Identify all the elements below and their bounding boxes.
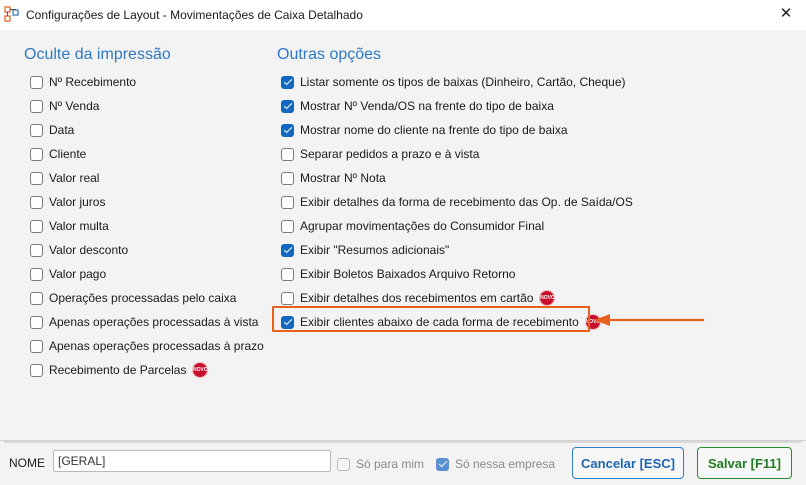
option-label: Operações processadas pelo caixa xyxy=(49,291,237,305)
option-label: Data xyxy=(49,123,75,137)
option-separar-pedidos-a-prazo-e-a-vista[interactable]: Separar pedidos a prazo e à vista xyxy=(281,145,479,163)
option-label: Valor pago xyxy=(49,267,107,281)
novo-badge-icon: NOVO xyxy=(539,290,556,306)
window-title: Configurações de Layout - Movimentações … xyxy=(26,8,363,22)
option-exibir-resumos-adicionais[interactable]: Exibir "Resumos adicionais" xyxy=(281,241,449,259)
checkbox-unchecked[interactable] xyxy=(30,363,43,377)
option-label: Separar pedidos a prazo e à vista xyxy=(300,147,480,161)
checkbox-unchecked[interactable] xyxy=(281,195,294,209)
option-n-recebimento[interactable]: Nº Recebimento xyxy=(30,73,136,91)
option-recebimento-de-parcelas[interactable]: Recebimento de Parcelas NOVO xyxy=(30,361,209,379)
option-valor-multa[interactable]: Valor multa xyxy=(30,217,109,235)
option-label: Nº Venda xyxy=(49,99,100,113)
option-valor-desconto[interactable]: Valor desconto xyxy=(30,241,128,259)
checkbox-checked[interactable] xyxy=(281,99,294,113)
checkbox-unchecked[interactable] xyxy=(30,243,43,257)
option-label: Apenas operações processadas à prazo xyxy=(49,339,264,353)
option-operacoes-processadas-pelo-caixa[interactable]: Operações processadas pelo caixa xyxy=(30,289,236,307)
option-label: Mostrar nome do cliente na frente do tip… xyxy=(300,123,568,137)
so-nessa-empresa-checkbox[interactable]: Só nessa empresa xyxy=(436,456,555,472)
option-label: Exibir "Resumos adicionais" xyxy=(300,243,450,257)
checkbox-checked[interactable] xyxy=(281,123,294,137)
checkbox-unchecked[interactable] xyxy=(281,171,294,185)
option-label: Valor multa xyxy=(49,219,109,233)
checkbox-unchecked[interactable] xyxy=(30,147,43,161)
checkbox-unchecked[interactable] xyxy=(281,147,294,161)
close-icon[interactable]: ✕ xyxy=(778,6,794,22)
hide-section-title: Oculte da impressão xyxy=(24,46,171,63)
option-label: Mostrar Nº Venda/OS na frente do tipo de… xyxy=(300,99,554,113)
checkbox-unchecked[interactable] xyxy=(30,171,43,185)
option-apenas-operacoes-processadas-a-prazo[interactable]: Apenas operações processadas à prazo xyxy=(30,337,264,355)
checkbox-checked[interactable] xyxy=(281,243,294,257)
option-exibir-boletos-baixados-arquivo-retorno[interactable]: Exibir Boletos Baixados Arquivo Retorno xyxy=(281,265,515,283)
option-valor-real[interactable]: Valor real xyxy=(30,169,99,187)
option-label: Nº Recebimento xyxy=(49,75,137,89)
option-label: Valor juros xyxy=(49,195,106,209)
option-mostrar-nome-do-cliente-na-frente-do-tip[interactable]: Mostrar nome do cliente na frente do tip… xyxy=(281,121,568,139)
dialog-body: Oculte da impressão Outras opções Nº Rec… xyxy=(0,30,806,440)
so-para-mim-label: Só para mim xyxy=(356,457,425,471)
so-para-mim-checkbox[interactable]: Só para mim xyxy=(337,456,424,472)
option-label: Exibir Boletos Baixados Arquivo Retorno xyxy=(300,267,516,281)
option-label: Cliente xyxy=(49,147,87,161)
arrow-pointer-icon xyxy=(594,314,704,326)
option-label: Recebimento de Parcelas xyxy=(49,363,187,377)
option-listar-somente-os-tipos-de-baixas-dinhei[interactable]: Listar somente os tipos de baixas (Dinhe… xyxy=(281,73,626,91)
option-apenas-operacoes-processadas-a-vista[interactable]: Apenas operações processadas à vista xyxy=(30,313,258,331)
nome-label: NOME xyxy=(9,456,45,470)
option-n-venda[interactable]: Nº Venda xyxy=(30,97,99,115)
checkbox-unchecked[interactable] xyxy=(30,339,43,353)
option-label: Exibir detalhes da forma de recebimento … xyxy=(300,195,633,209)
checkbox-checked[interactable] xyxy=(281,75,294,89)
checkbox-unchecked[interactable] xyxy=(281,267,294,281)
checkbox-unchecked[interactable] xyxy=(281,219,294,233)
checkbox-box[interactable] xyxy=(337,457,350,471)
checkbox-unchecked[interactable] xyxy=(30,291,43,305)
checkbox-unchecked[interactable] xyxy=(30,75,43,89)
nome-input[interactable] xyxy=(53,450,331,472)
option-label: Apenas operações processadas à vista xyxy=(49,315,259,329)
option-label: Exibir detalhes dos recebimentos em cart… xyxy=(300,291,534,305)
option-valor-pago[interactable]: Valor pago xyxy=(30,265,106,283)
novo-badge-icon: NOVO xyxy=(192,362,209,378)
option-mostrar-n-nota[interactable]: Mostrar Nº Nota xyxy=(281,169,386,187)
checkbox-box[interactable] xyxy=(436,457,449,471)
other-section-title: Outras opções xyxy=(277,46,382,63)
dialog-footer: NOME Só para mim Só nessa empresa Cancel… xyxy=(0,440,806,485)
option-label: Valor real xyxy=(49,171,100,185)
option-mostrar-n-venda-os-na-frente-do-tipo-de-[interactable]: Mostrar Nº Venda/OS na frente do tipo de… xyxy=(281,97,554,115)
layout-config-icon xyxy=(4,6,19,22)
option-cliente[interactable]: Cliente xyxy=(30,145,86,163)
checkbox-unchecked[interactable] xyxy=(30,123,43,137)
option-data[interactable]: Data xyxy=(30,121,74,139)
checkbox-unchecked[interactable] xyxy=(30,195,43,209)
checkbox-unchecked[interactable] xyxy=(30,99,43,113)
option-label: Agrupar movimentações do Consumidor Fina… xyxy=(300,219,545,233)
option-exibir-detalhes-dos-recebimentos-em-cart[interactable]: Exibir detalhes dos recebimentos em cart… xyxy=(281,289,556,307)
option-label: Valor desconto xyxy=(49,243,129,257)
option-agrupar-movimentacoes-do-consumidor-fina[interactable]: Agrupar movimentações do Consumidor Fina… xyxy=(281,217,544,235)
checkbox-unchecked[interactable] xyxy=(30,315,43,329)
so-nessa-empresa-label: Só nessa empresa xyxy=(455,457,556,471)
option-valor-juros[interactable]: Valor juros xyxy=(30,193,105,211)
save-button[interactable]: Salvar [F11] xyxy=(697,447,792,479)
checkbox-unchecked[interactable] xyxy=(30,267,43,281)
checkbox-unchecked[interactable] xyxy=(281,291,294,305)
option-label: Listar somente os tipos de baixas (Dinhe… xyxy=(300,75,626,89)
checkbox-unchecked[interactable] xyxy=(30,219,43,233)
cancel-button[interactable]: Cancelar [ESC] xyxy=(572,447,684,479)
window-titlebar: Configurações de Layout - Movimentações … xyxy=(0,0,806,30)
highlight-box xyxy=(272,306,590,332)
option-label: Mostrar Nº Nota xyxy=(300,171,386,185)
footer-divider xyxy=(4,441,802,443)
option-exibir-detalhes-da-forma-de-recebimento-[interactable]: Exibir detalhes da forma de recebimento … xyxy=(281,193,633,211)
